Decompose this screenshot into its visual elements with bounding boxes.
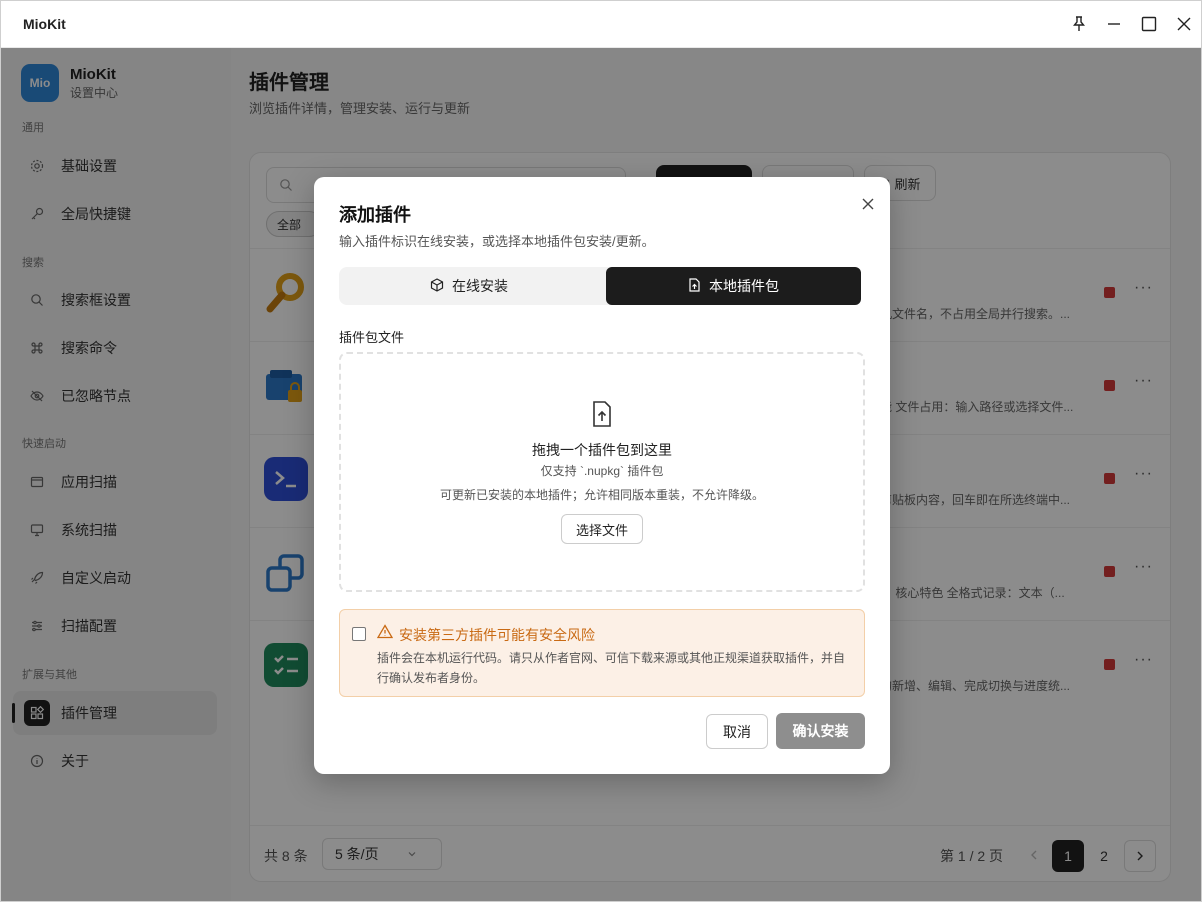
maximize-button[interactable] (1131, 1, 1166, 48)
dropzone-note: 可更新已安装的本地插件；允许相同版本重装，不允许降级。 (439, 488, 764, 502)
close-icon[interactable] (857, 193, 879, 215)
cancel-button[interactable]: 取消 (706, 714, 768, 749)
file-upload-icon (688, 277, 701, 295)
minimize-button[interactable] (1096, 1, 1131, 48)
file-upload-icon (592, 401, 612, 430)
acknowledge-checkbox[interactable] (352, 627, 366, 641)
tab-label: 本地插件包 (709, 278, 779, 294)
confirm-install-button[interactable]: 确认安装 (776, 713, 865, 749)
package-icon (430, 277, 444, 295)
dropzone-title: 拖拽一个插件包到这里 (532, 442, 672, 458)
dialog-subtitle: 输入插件标识在线安装，或选择本地插件包安装/更新。 (339, 234, 655, 249)
title-bar: MioKit (1, 1, 1201, 48)
package-dropzone[interactable]: 拖拽一个插件包到这里 仅支持 `.nupkg` 插件包 可更新已安装的本地插件；… (339, 352, 865, 592)
choose-file-button[interactable]: 选择文件 (561, 514, 643, 544)
tab-online-install[interactable]: 在线安装 (339, 267, 599, 305)
app-window: MioKit Mio MioKit 设置中心 通用 基础设置 全局快捷键 搜索 … (0, 0, 1202, 902)
close-window-button[interactable] (1166, 1, 1201, 48)
security-warning: 安装第三方插件可能有安全风险 插件会在本机运行代码。请只从作者官网、可信下载来源… (339, 609, 865, 697)
tab-local-package[interactable]: 本地插件包 (606, 267, 861, 305)
tab-label: 在线安装 (452, 278, 508, 294)
install-mode-tabs: 在线安装 本地插件包 (339, 267, 861, 305)
pin-icon[interactable] (1061, 1, 1096, 48)
window-title: MioKit (23, 16, 66, 32)
dialog-title: 添加插件 (339, 205, 411, 225)
warning-title: 安装第三方插件可能有安全风险 (399, 627, 595, 643)
warning-icon (376, 624, 394, 642)
package-file-label: 插件包文件 (339, 330, 405, 345)
dropzone-hint: 仅支持 `.nupkg` 插件包 (540, 464, 664, 478)
add-plugin-dialog: 添加插件 输入插件标识在线安装，或选择本地插件包安装/更新。 在线安装 本地插件… (314, 177, 890, 774)
warning-body: 插件会在本机运行代码。请只从作者官网、可信下载来源或其他正规渠道获取插件，并自行… (377, 651, 846, 685)
